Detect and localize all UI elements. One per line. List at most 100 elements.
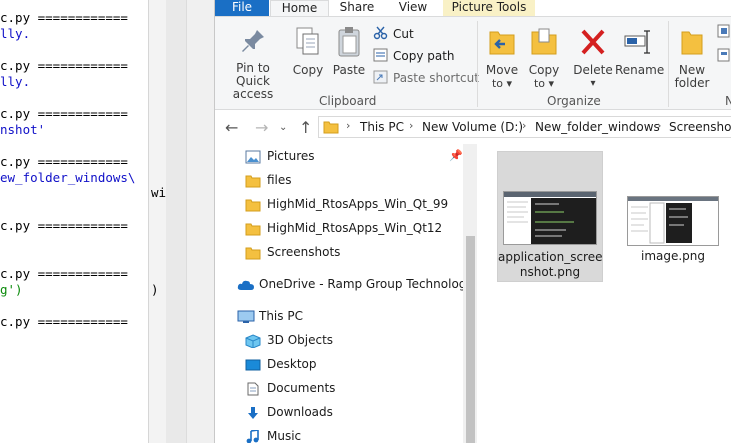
image-thumbnail [503, 191, 597, 245]
folder-icon [245, 221, 261, 243]
delete-x-icon [571, 26, 615, 61]
breadcrumb-separator-icon[interactable]: › [522, 119, 526, 132]
cut-label: Cut [393, 27, 414, 41]
copy-to-button[interactable]: Copy to ▾ [525, 26, 563, 90]
delete-label: Delete [573, 63, 613, 77]
copy-to-label-2: to [533, 77, 545, 90]
organize-group-label: Organize [547, 94, 601, 108]
code-line: c.py ============ [0, 10, 128, 25]
pin-label-1: Pin to Quick [236, 61, 270, 88]
nav-item-label: Screenshots [267, 245, 341, 259]
file-list: application_scree nshot.png image.png [477, 144, 731, 443]
delete-button[interactable]: Delete ▾ [571, 26, 615, 90]
tab-picture-tools[interactable]: Picture Tools [443, 0, 535, 17]
breadcrumb-this-pc[interactable]: This PC [360, 120, 404, 134]
folder-icon [245, 173, 261, 195]
nav-item-label: Pictures [267, 149, 315, 163]
easy-access-button[interactable] [717, 48, 731, 65]
code-line: nshot' [0, 122, 46, 137]
tab-file[interactable]: File [215, 0, 269, 17]
cloud-icon [237, 277, 255, 299]
paste-shortcut-button[interactable]: Paste shortcut [373, 70, 479, 87]
chevron-down-icon: ▾ [590, 78, 596, 89]
ribbon-tab-bar: File Home Share View Picture Tools [215, 0, 731, 17]
paste-button[interactable]: Paste [329, 26, 369, 77]
tab-home[interactable]: Home [270, 0, 329, 17]
new-folder-icon [673, 26, 711, 61]
file-name-line-1: application_scree [498, 250, 603, 264]
forward-arrow-icon[interactable]: → [255, 118, 268, 137]
copy-path-icon [373, 48, 389, 65]
code-line: g') [0, 282, 23, 297]
code-line: c.py ============ [0, 314, 128, 329]
code-line: lly. [0, 26, 31, 41]
breadcrumb-separator-icon[interactable]: › [657, 119, 661, 132]
move-to-icon [483, 26, 521, 61]
new-item-button[interactable] [717, 24, 731, 41]
up-arrow-icon[interactable]: ↑ [299, 118, 312, 137]
tab-share[interactable]: Share [329, 0, 385, 17]
pin-icon [219, 26, 287, 59]
nav-item-label: 3D Objects [267, 333, 334, 347]
address-bar: ← → ⌄ ↑ › This PC › New Volume (D:) › Ne… [215, 111, 731, 144]
paste-shortcut-label: Paste shortcut [393, 71, 479, 85]
clipboard-group-label: Clipboard [319, 94, 377, 108]
paste-shortcut-icon [373, 70, 389, 87]
pin-icon[interactable]: 📌 [449, 145, 463, 167]
move-to-button[interactable]: Move to ▾ [483, 26, 521, 90]
breadcrumb-separator-icon[interactable]: › [409, 119, 413, 132]
nav-item-label: HighMid_RtosApps_Win_Qt_99 [267, 197, 449, 211]
scissors-icon [373, 26, 389, 43]
copy-to-icon [525, 26, 563, 61]
breadcrumb-new-folder-windows[interactable]: New_folder_windows [535, 120, 660, 134]
ribbon-group-separator [668, 21, 669, 107]
music-note-icon [245, 429, 261, 443]
rename-button[interactable]: Rename [615, 26, 665, 77]
editor-scrollbar[interactable] [166, 0, 186, 443]
copy-path-button[interactable]: Copy path [373, 48, 455, 65]
copy-label: Copy [292, 63, 324, 77]
breadcrumb-separator-icon[interactable]: › [346, 119, 350, 132]
ribbon-home: Pin to Quick access Copy Paste Cut Copy … [215, 17, 731, 110]
code-editor[interactable]: c.py ============ lly. c.py ============… [0, 0, 148, 443]
nav-item-label: Desktop [267, 357, 317, 371]
folder-icon [245, 245, 261, 267]
desktop-icon [245, 357, 261, 379]
breadcrumb-new-volume[interactable]: New Volume (D:) [422, 120, 523, 134]
nav-item-label: Music [267, 429, 302, 443]
recent-locations-chevron-icon[interactable]: ⌄ [279, 122, 287, 133]
file-item-application-screenshot[interactable]: application_scree nshot.png [497, 151, 603, 282]
pin-label-2: access [232, 87, 274, 101]
copy-button[interactable]: Copy [289, 26, 327, 77]
nav-pane-scrollbar[interactable] [463, 144, 477, 443]
nav-item-label: Downloads [267, 405, 333, 419]
download-arrow-icon [245, 405, 261, 427]
nav-item-pictures[interactable]: Pictures 📌 [245, 145, 465, 167]
nav-item-label: files [267, 173, 292, 187]
breadcrumb[interactable]: › This PC › New Volume (D:) › New_folder… [318, 116, 731, 138]
scrollbar-thumb[interactable] [466, 236, 475, 443]
cut-button[interactable]: Cut [373, 26, 414, 43]
move-to-label-2: to [491, 77, 503, 90]
rename-label: Rename [615, 63, 665, 77]
code-line: ew_folder_windows\ [0, 170, 136, 185]
new-folder-label-2: folder [674, 76, 710, 90]
code-overflow-text: win [151, 185, 166, 200]
move-to-label: Move [485, 63, 519, 77]
nav-item-label: HighMid_RtosApps_Win_Qt12 [267, 221, 443, 235]
new-group-label: N [725, 94, 731, 108]
document-icon [245, 381, 261, 403]
file-item-image[interactable]: image.png [623, 151, 723, 271]
new-folder-button[interactable]: New folder [673, 26, 711, 90]
breadcrumb-screenshots[interactable]: Screenshots [669, 120, 731, 134]
file-explorer-window: File Home Share View Picture Tools Pin t… [214, 0, 731, 443]
ribbon-group-separator [477, 21, 478, 107]
code-line: c.py ============ [0, 266, 128, 281]
nav-item-label: Documents [267, 381, 336, 395]
nav-item-label: OneDrive - Ramp Group Technologies [259, 277, 477, 291]
pin-to-quick-access-button[interactable]: Pin to Quick access [219, 26, 287, 101]
tab-view[interactable]: View [385, 0, 441, 17]
back-arrow-icon[interactable]: ← [225, 118, 238, 137]
copy-to-label: Copy [528, 63, 560, 77]
paste-label: Paste [332, 63, 366, 77]
